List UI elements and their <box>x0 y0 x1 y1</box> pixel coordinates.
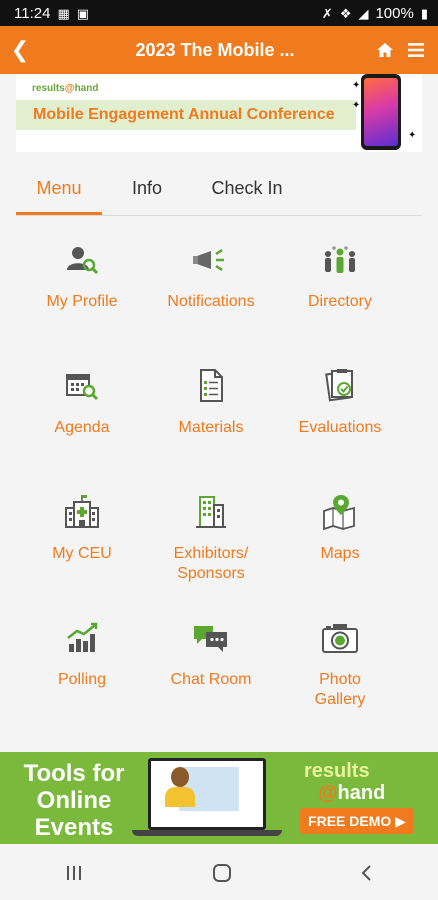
menu-label: My CEU <box>52 545 112 562</box>
signal-icon: ◢ <box>358 5 369 21</box>
map-pin-icon <box>323 495 355 531</box>
gallery-notification-icon: ▣ <box>76 5 90 21</box>
laptop-illustration <box>132 758 282 838</box>
megaphone-icon <box>193 248 224 272</box>
menu-label: Notifications <box>167 293 255 310</box>
status-left: 11:24 ▦ ▣ <box>14 5 89 22</box>
recent-apps-icon[interactable] <box>64 864 84 882</box>
status-time: 11:24 <box>14 4 51 22</box>
sparkle-icon: ✦ <box>408 130 417 141</box>
menu-item-maps[interactable]: Maps <box>275 492 405 564</box>
status-bar: 11:24 ▦ ▣ ✗ ❖ ◢ 100% ▮ <box>0 0 438 26</box>
banner-logo: results@hand <box>32 83 98 94</box>
menu-item-exhibitors-sponsors[interactable]: Exhibitors/ Sponsors <box>146 492 276 584</box>
menu-label: Polling <box>57 671 107 688</box>
chevron-left-icon[interactable]: ❮ <box>0 37 40 63</box>
mute-icon: ✗ <box>321 5 333 21</box>
menu-item-materials[interactable]: Materials <box>146 366 276 438</box>
menu-label: Agenda <box>54 419 110 436</box>
menu-label: Evaluations <box>298 419 382 436</box>
calendar-search-icon <box>66 374 99 401</box>
system-nav-bar <box>0 846 438 900</box>
tab-check-in[interactable]: Check In <box>192 170 302 215</box>
menu-item-my-profile[interactable]: My Profile <box>17 240 147 312</box>
ad-brand-at: @ <box>318 782 338 804</box>
ad-brand-logo: results @hand <box>304 760 385 804</box>
menu-item-my-ceu[interactable]: My CEU <box>17 492 147 564</box>
menu-item-agenda[interactable]: Agenda <box>17 366 147 438</box>
status-right: ✗ ❖ ◢ 100% ▮ <box>322 5 428 22</box>
clipboard-check-icon <box>325 369 353 402</box>
menu-label: Materials <box>178 419 244 436</box>
banner-logo-at: @ <box>64 83 75 94</box>
menu-label: Photo Gallery <box>314 671 366 708</box>
battery-percent: 100% <box>375 4 414 22</box>
menu-item-polling[interactable]: Polling <box>17 618 147 690</box>
chat-bubbles-icon <box>194 626 227 652</box>
document-icon <box>200 369 223 402</box>
back-chevron-icon[interactable] <box>360 864 374 882</box>
ad-brand-line2: hand <box>337 782 386 804</box>
hospital-icon <box>65 495 99 528</box>
camera-icon <box>322 624 358 653</box>
app-bar-actions <box>376 42 438 58</box>
profile-search-icon <box>67 247 99 275</box>
image-notification-icon: ▦ <box>57 5 70 21</box>
free-demo-label: FREE DEMO <box>308 813 392 829</box>
menu-label: Exhibitors/ Sponsors <box>173 545 249 582</box>
battery-icon: ▮ <box>420 5 428 21</box>
app-bar: ❮ 2023 The Mobile ... <box>0 26 438 74</box>
play-arrow-icon: ▶ <box>395 813 406 829</box>
tab-info[interactable]: Info <box>102 170 192 215</box>
ad-headline: Tools for Online Events <box>23 760 125 841</box>
sparkle-icon: ✦ <box>352 80 361 91</box>
tab-menu[interactable]: Menu <box>16 170 102 215</box>
menu-item-photo-gallery[interactable]: Photo Gallery <box>275 618 405 710</box>
home-icon[interactable] <box>376 42 394 58</box>
menu-label: Maps <box>320 545 360 562</box>
building-icon <box>196 496 226 528</box>
menu-label: Chat Room <box>170 671 252 688</box>
sparkle-icon: ✦ <box>352 100 361 111</box>
page-title: 2023 The Mobile ... <box>135 39 295 60</box>
people-group-icon <box>325 246 355 273</box>
bluetooth-icon: ❖ <box>339 5 352 21</box>
banner-logo-part2: hand <box>74 83 99 94</box>
banner-logo-part1: results <box>32 83 65 94</box>
ad-banner[interactable]: Tools for Online Events results @hand FR… <box>0 752 438 844</box>
bar-chart-icon <box>67 622 98 652</box>
menu-label: Directory <box>307 293 372 310</box>
menu-item-notifications[interactable]: Notifications <box>146 240 276 312</box>
free-demo-button[interactable]: FREE DEMO ▶ <box>300 808 414 834</box>
menu-item-directory[interactable]: Directory <box>275 240 405 312</box>
tab-bar: Menu Info Check In <box>16 170 422 216</box>
smartphone-illustration <box>361 74 401 150</box>
home-circle-icon[interactable] <box>212 863 232 883</box>
ad-brand-line1: results <box>304 760 370 782</box>
menu-label: My Profile <box>46 293 118 310</box>
banner-headline: Mobile Engagement Annual Conference <box>33 106 335 123</box>
event-banner: results@hand Mobile Engagement Annual Co… <box>16 74 422 152</box>
menu-item-evaluations[interactable]: Evaluations <box>275 366 405 438</box>
hamburger-menu-icon[interactable] <box>408 43 424 57</box>
menu-item-chat-room[interactable]: Chat Room <box>146 618 276 690</box>
